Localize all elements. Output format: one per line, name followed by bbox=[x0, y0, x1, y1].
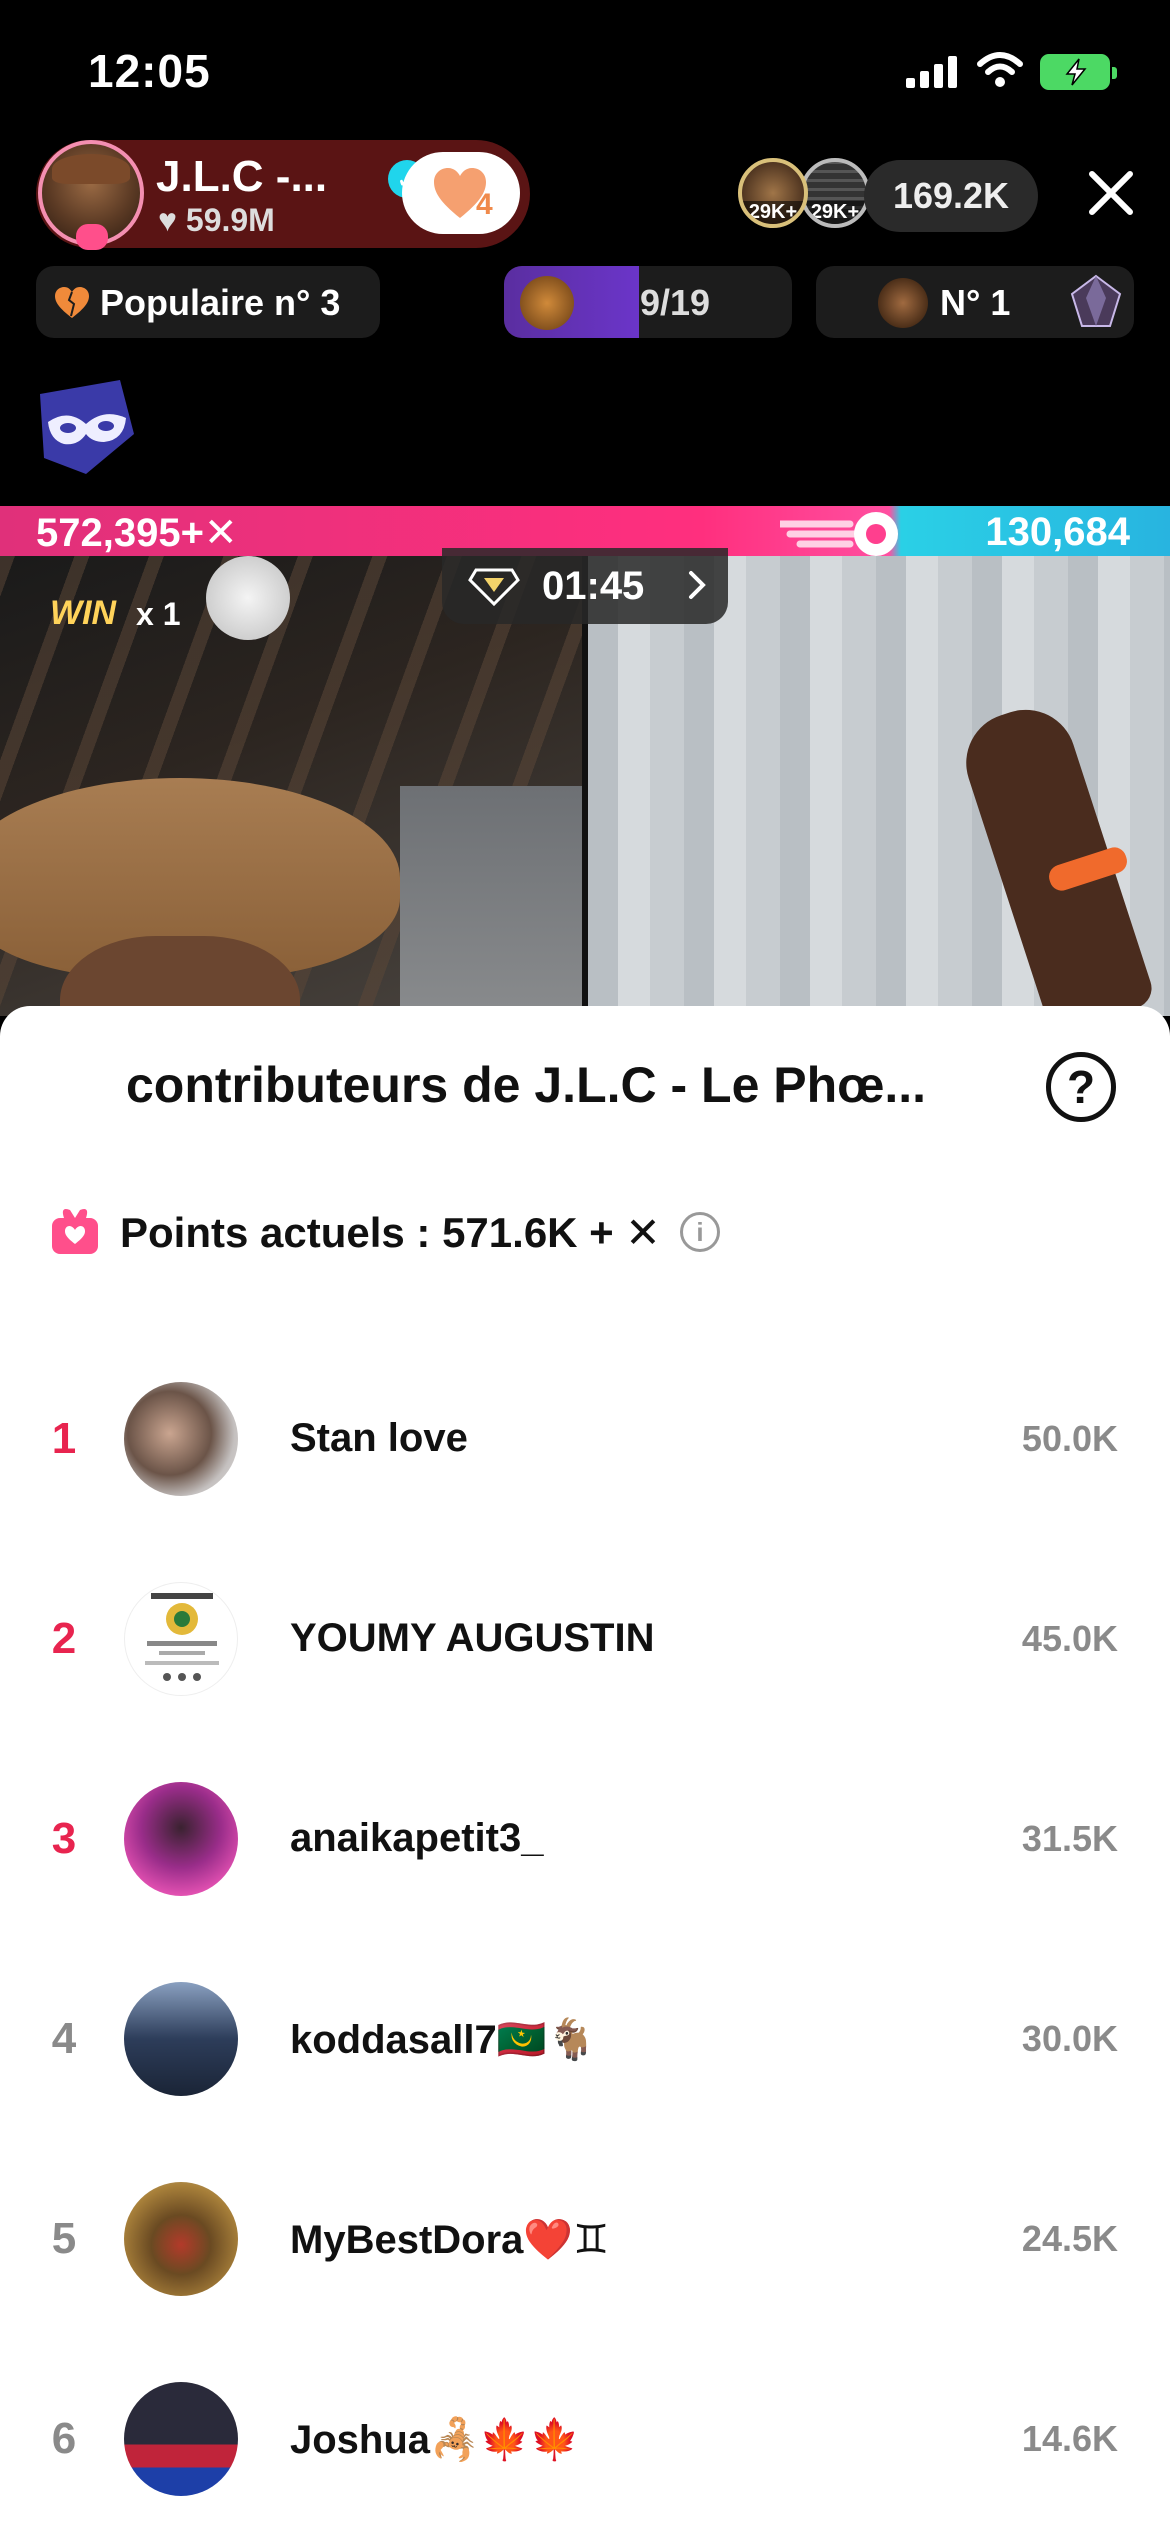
win-label: WIN bbox=[50, 594, 117, 632]
wifi-icon bbox=[977, 52, 1023, 87]
goal-progress-chip[interactable]: 9/19 bbox=[504, 266, 792, 338]
profile-card-thumbnail bbox=[145, 1593, 219, 1681]
follow-count: 4 bbox=[476, 188, 493, 221]
right-video-feed[interactable] bbox=[588, 556, 1170, 1016]
host-likes-value: 59.9M bbox=[185, 202, 275, 238]
goal-progress-value: 9/19 bbox=[640, 282, 711, 323]
battle-timer[interactable]: 01:45 bbox=[442, 548, 728, 624]
battle-spark-icon bbox=[780, 512, 898, 556]
list-item[interactable]: 3 anaikapetit3_ 31.5K bbox=[0, 1780, 1170, 1900]
win-multiplier: x 1 bbox=[136, 596, 181, 632]
contributor-score: 30.0K bbox=[1021, 2018, 1118, 2059]
top-viewer-avatar-1[interactable]: 29K+ bbox=[738, 158, 808, 228]
viewer-tag-1: 29K+ bbox=[742, 201, 804, 224]
contributor-score: 24.5K bbox=[1021, 2218, 1118, 2259]
lion-icon bbox=[520, 276, 574, 330]
avatar[interactable] bbox=[124, 1982, 238, 2096]
list-item[interactable]: 2 YOUMY AUGUSTIN 45.0K bbox=[0, 1580, 1170, 1700]
battle-timer-value: 01:45 bbox=[542, 564, 645, 608]
status-bar: 12:05 bbox=[0, 0, 1170, 140]
current-points-text: Points actuels : 571.6K + ✕ bbox=[120, 1209, 661, 1256]
rank-avatar bbox=[878, 278, 928, 328]
rank-number: 3 bbox=[51, 1814, 77, 1863]
contributor-name: MyBestDora❤️♊ bbox=[290, 2218, 610, 2262]
contributor-name: anaikapetit3_ bbox=[290, 1816, 544, 1860]
host-likes: ♥ 59.9M bbox=[158, 202, 275, 238]
contributor-name: koddasall7🇲🇷🐐 bbox=[290, 2018, 597, 2062]
host-name: J.L.C -... bbox=[156, 152, 328, 201]
list-item[interactable]: 5 MyBestDora❤️♊ 24.5K bbox=[0, 2180, 1170, 2300]
info-icon[interactable]: i bbox=[680, 1212, 720, 1252]
top-viewer-avatar-2[interactable]: 29K+ bbox=[800, 158, 870, 228]
gift-icon bbox=[52, 1209, 98, 1254]
close-icon[interactable] bbox=[1084, 166, 1138, 220]
viewer-count[interactable]: 169.2K bbox=[864, 160, 1038, 232]
contributor-name: Joshua🦂🍁🍁 bbox=[290, 2418, 580, 2462]
avatar[interactable] bbox=[124, 1582, 238, 1696]
wall-panel bbox=[400, 786, 582, 1016]
battery-charging-icon bbox=[1040, 54, 1117, 90]
crystal-gem-icon bbox=[1070, 274, 1122, 327]
contributor-score: 14.6K bbox=[1021, 2418, 1118, 2459]
host-avatar-badge-icon bbox=[76, 224, 108, 250]
avatar[interactable] bbox=[124, 1382, 238, 1496]
rank-number: 5 bbox=[51, 2214, 77, 2263]
diamond-icon bbox=[468, 568, 520, 606]
ceiling-lamp bbox=[206, 556, 290, 640]
battle-right-score: 130,684 bbox=[985, 510, 1130, 554]
cellular-signal-icon bbox=[906, 54, 958, 88]
contributors-sheet: contributeurs de J.L.C - Le Phœ... ? Poi… bbox=[0, 1006, 1170, 2532]
rank-number: 2 bbox=[51, 1614, 77, 1663]
rank-number: 1 bbox=[51, 1414, 77, 1463]
host-profile-pill[interactable]: J.L.C -... ✓ ♥ 59.9M 4 bbox=[36, 140, 530, 250]
popular-rank-chip[interactable]: Populaire n° 3 bbox=[36, 266, 380, 338]
rank-number: 4 bbox=[51, 2014, 77, 2063]
battle-left-score: 572,395+✕ bbox=[36, 511, 238, 555]
rank-number: 6 bbox=[51, 2414, 77, 2463]
contributor-score: 50.0K bbox=[1021, 1418, 1118, 1459]
ranking-chip[interactable]: N° 1 bbox=[816, 266, 1134, 338]
contributor-name: Stan love bbox=[290, 1416, 468, 1460]
list-item[interactable]: 4 koddasall7🇲🇷🐐 30.0K bbox=[0, 1980, 1170, 2100]
viewer-tag-2: 29K+ bbox=[804, 201, 866, 224]
contributor-score: 31.5K bbox=[1021, 1818, 1118, 1859]
list-item[interactable]: 6 Joshua🦂🍁🍁 14.6K bbox=[0, 2380, 1170, 2500]
status-time: 12:05 bbox=[88, 45, 211, 97]
mask-badge-icon[interactable] bbox=[34, 374, 140, 480]
avatar[interactable] bbox=[124, 1782, 238, 1896]
broken-heart-icon bbox=[55, 287, 89, 318]
avatar[interactable] bbox=[124, 2382, 238, 2496]
left-video-feed[interactable]: WIN x 1 bbox=[0, 556, 582, 1016]
contributor-score: 45.0K bbox=[1021, 1618, 1118, 1659]
follow-heart-button[interactable]: 4 bbox=[402, 152, 520, 234]
contributor-name: YOUMY AUGUSTIN bbox=[290, 1616, 655, 1660]
sheet-title: contributeurs de J.L.C - Le Phœ... bbox=[126, 1057, 927, 1113]
list-item[interactable]: 1 Stan love 50.0K bbox=[0, 1380, 1170, 1500]
chevron-right-icon bbox=[689, 571, 706, 599]
avatar[interactable] bbox=[124, 2182, 238, 2296]
popular-rank-label: Populaire n° 3 bbox=[100, 282, 341, 323]
help-button[interactable]: ? bbox=[1046, 1052, 1116, 1122]
ranking-label: N° 1 bbox=[940, 282, 1011, 323]
